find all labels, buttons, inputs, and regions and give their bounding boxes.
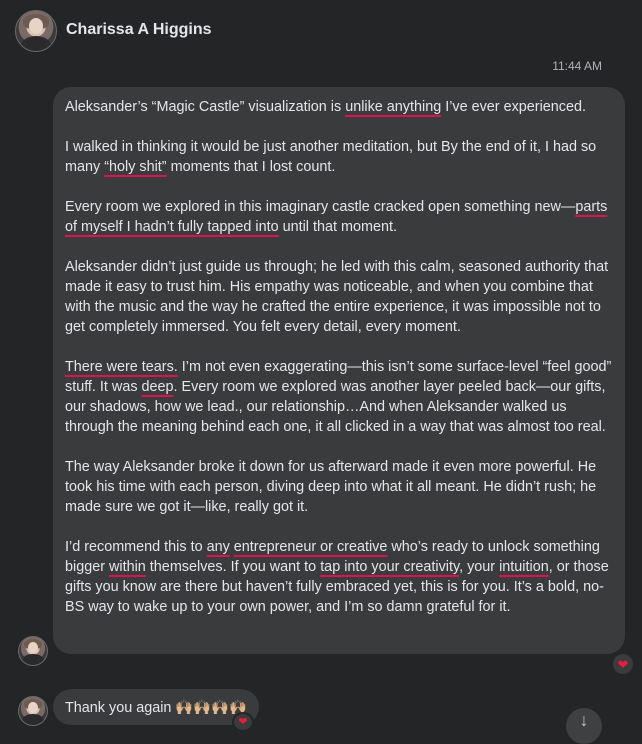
text-segment: Every room we explored in this imaginary… — [65, 199, 576, 215]
message-paragraph: I’d recommend this to any entrepreneur o… — [65, 537, 613, 617]
underlined-text: tap into your creativity — [320, 559, 460, 575]
arrow-down-icon: ↓ — [579, 710, 589, 730]
text-segment: themselves. If you want to — [145, 559, 321, 575]
sender-avatar[interactable] — [18, 696, 48, 726]
underlined-text: unlike anything — [345, 99, 442, 115]
message-timestamp: 11:44 AM — [552, 59, 602, 73]
text-segment: moments that I lost count. — [166, 159, 336, 175]
message-bubble[interactable]: Thank you again 🙌🏼🙌🏼🙌🏼🙌🏼 — [53, 689, 260, 725]
underlined-text: any — [206, 539, 230, 555]
message-paragraph: Aleksander’s “Magic Castle” visualizatio… — [65, 97, 613, 117]
contact-name[interactable]: Charissa A Higgins — [66, 21, 212, 39]
chat-header: Charissa A Higgins — [0, 0, 642, 62]
message-paragraph: Aleksander didn’t just guide us through;… — [65, 257, 613, 337]
underlined-text: “holy shit” — [104, 159, 167, 175]
underlined-text: There were tears. — [65, 359, 178, 375]
underlined-text: intuition — [499, 559, 549, 575]
profile-avatar[interactable] — [15, 10, 57, 52]
sender-avatar[interactable] — [18, 636, 48, 666]
text-segment: , your — [459, 559, 500, 575]
message-paragraph: There were tears. I’m not even exaggerat… — [65, 357, 613, 437]
message-paragraph: Every room we explored in this imaginary… — [65, 197, 613, 237]
heart-reaction-icon[interactable]: ❤ — [613, 654, 633, 674]
text-segment: I’ve ever experienced. — [441, 99, 587, 115]
text-segment: Aleksander’s “Magic Castle” visualizatio… — [65, 99, 346, 115]
message-text: Thank you again 🙌🏼🙌🏼🙌🏼🙌🏼 — [65, 699, 248, 716]
underlined-text: within — [109, 559, 146, 575]
underlined-text: deep — [141, 379, 174, 395]
text-segment: until that moment. — [278, 219, 397, 235]
heart-reaction-icon[interactable]: ❤ — [234, 714, 252, 730]
scroll-down-button[interactable]: ↓ — [566, 708, 602, 744]
message-bubble[interactable]: Aleksander’s “Magic Castle” visualizatio… — [53, 87, 625, 654]
message-paragraph: I walked in thinking it would be just an… — [65, 137, 613, 177]
message-paragraph: The way Aleksander broke it down for us … — [65, 457, 613, 517]
text-segment: Aleksander didn’t just guide us through;… — [65, 259, 609, 335]
underlined-text: entrepreneur or creative — [233, 539, 388, 555]
text-segment: The way Aleksander broke it down for us … — [65, 459, 597, 515]
text-segment: I’d recommend this to — [65, 539, 207, 555]
